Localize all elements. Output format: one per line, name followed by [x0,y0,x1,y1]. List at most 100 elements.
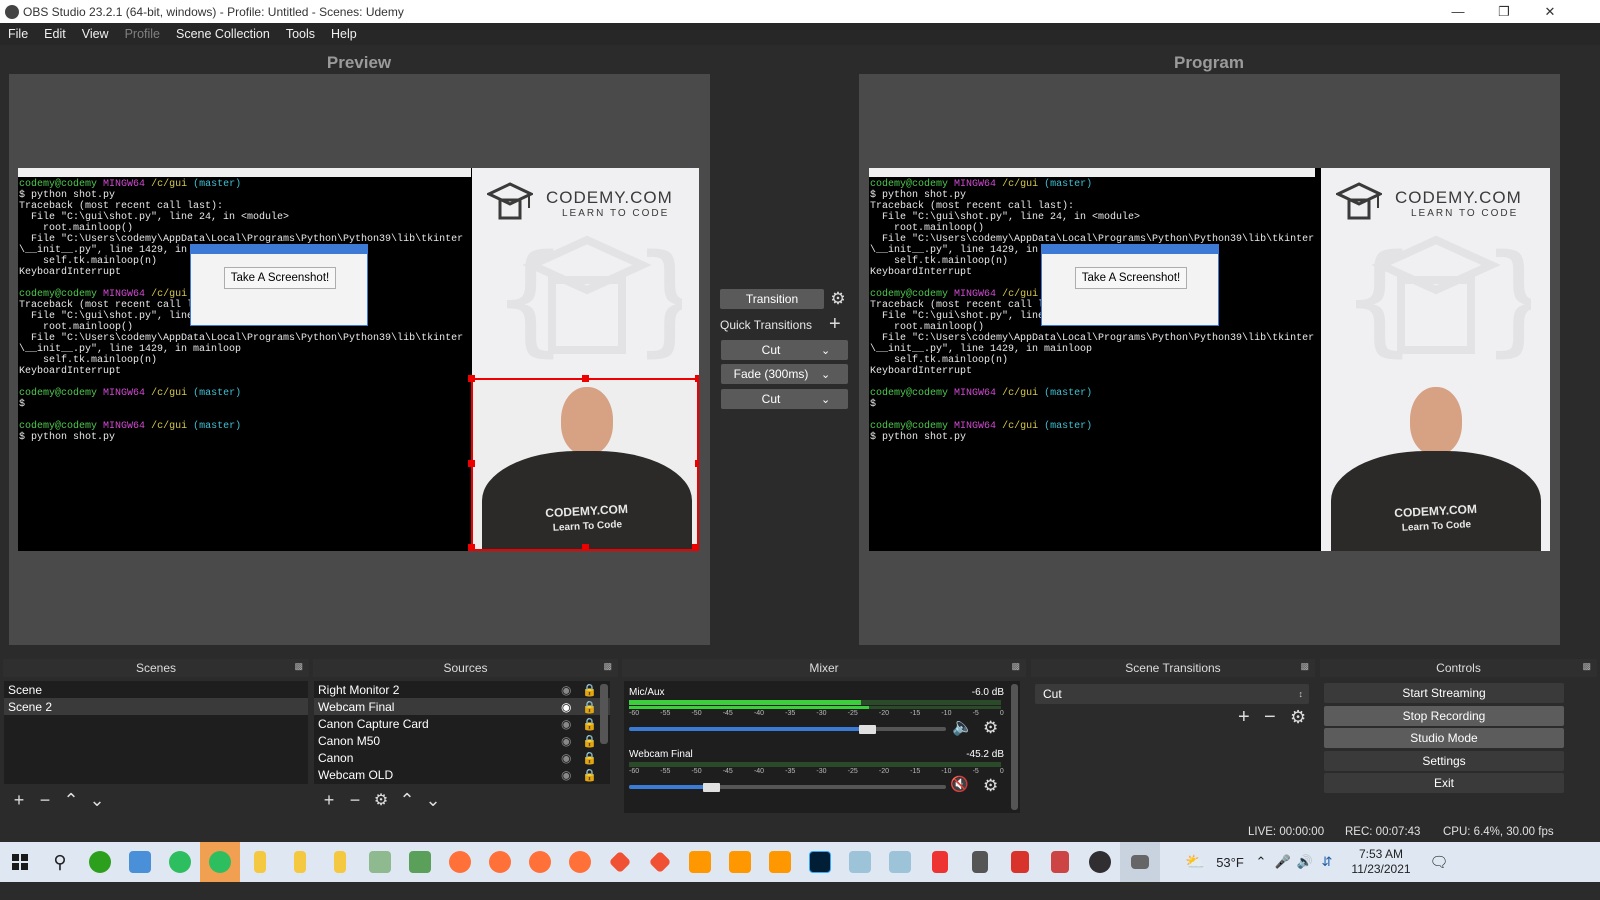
resize-handle-r[interactable] [695,460,699,467]
menu-tools[interactable]: Tools [278,27,323,41]
scene-item-selected[interactable]: Scene 2 [4,698,308,715]
source-item[interactable]: Canon Capture Card ◉ 🔒 [314,715,610,732]
source-item-selected[interactable]: Webcam Final ◉ 🔒 [314,698,610,715]
take-screenshot-button[interactable]: Take A Screenshot! [224,267,336,289]
firefox-icon[interactable] [440,842,480,882]
lock-icon[interactable]: 🔒 [582,751,597,765]
float-dock-icon[interactable]: ▩ [294,661,303,672]
volume-icon[interactable]: 🔊 [1294,842,1316,882]
stop-recording-button[interactable]: Stop Recording [1324,706,1564,726]
sublime-icon[interactable] [760,842,800,882]
folder-icon[interactable] [280,842,320,882]
transition-select[interactable]: Cut ↕ [1035,684,1309,704]
eye-hidden-icon[interactable]: ◉ [561,717,571,731]
studio-mode-button[interactable]: Studio Mode [1324,728,1564,748]
move-up-icon[interactable]: ⌃ [58,789,84,811]
source-item[interactable]: Right Monitor 2 ◉ 🔒 [314,681,610,698]
microphone-icon[interactable]: 🎤 [1272,842,1294,882]
eye-hidden-icon[interactable]: ◉ [561,683,571,697]
app-icon[interactable] [840,842,880,882]
scene-item[interactable]: Scene [4,681,308,698]
git-icon[interactable] [640,842,680,882]
quick-transition-2[interactable]: Fade (300ms) ⌄ [721,364,848,384]
source-properties-gear-icon[interactable]: ⚙ [368,789,394,811]
scenes-list[interactable]: Scene Scene 2 [4,681,308,784]
app-icon[interactable] [880,842,920,882]
settings-button[interactable]: Settings [1324,751,1564,771]
lock-icon[interactable]: 🔒 [582,700,597,714]
eye-visible-icon[interactable]: ◉ [561,700,571,714]
folder-icon[interactable] [320,842,360,882]
acrobat-icon[interactable] [1000,842,1040,882]
resize-handle-tl[interactable] [468,375,475,382]
add-scene-plus-icon[interactable]: + [6,789,32,811]
quickbooks-icon[interactable] [80,842,120,882]
move-up-icon[interactable]: ⌃ [394,789,420,811]
menu-view[interactable]: View [74,27,117,41]
menu-edit[interactable]: Edit [36,27,74,41]
eye-hidden-icon[interactable]: ◉ [561,734,571,748]
codemy-app-icon[interactable] [1120,842,1160,882]
float-dock-icon[interactable]: ▩ [1582,661,1591,672]
notifications-icon[interactable]: 🗨 [1424,842,1454,882]
mic-aux-volume-handle[interactable] [859,725,876,734]
mic-aux-settings-gear-icon[interactable]: ⚙ [983,718,998,738]
firefox-icon[interactable] [560,842,600,882]
menu-file[interactable]: File [0,27,36,41]
firefox-icon[interactable] [480,842,520,882]
pdf-icon[interactable] [920,842,960,882]
webcam-final-volume-handle[interactable] [703,783,720,792]
sublime-icon[interactable] [720,842,760,882]
app-icon[interactable] [120,842,160,882]
eye-hidden-icon[interactable]: ◉ [561,751,571,765]
add-quick-transition-plus-icon[interactable]: + [829,313,841,336]
resize-handle-br[interactable] [692,544,699,551]
preview-stage[interactable]: codemy@codemy MINGW64 /c/gui (master) $ p… [9,74,710,645]
eye-hidden-icon[interactable]: ◉ [561,768,571,782]
menu-help[interactable]: Help [323,27,365,41]
resize-handle-bl[interactable] [468,544,475,551]
float-dock-icon[interactable]: ▩ [603,661,612,672]
move-down-icon[interactable]: ⌄ [420,789,446,811]
notepad-plus-icon[interactable] [360,842,400,882]
transition-properties-gear-icon[interactable]: ⚙ [1290,707,1306,728]
source-item[interactable]: Canon ◉ 🔒 [314,749,610,766]
clock[interactable]: 7:53 AM 11/23/2021 [1338,842,1424,882]
remove-scene-minus-icon[interactable]: − [32,789,58,811]
document-icon[interactable] [1040,842,1080,882]
git-icon[interactable] [600,842,640,882]
obs-icon[interactable] [1080,842,1120,882]
start-streaming-button[interactable]: Start Streaming [1324,683,1564,703]
resize-handle-b[interactable] [582,544,589,551]
menu-profile[interactable]: Profile [117,27,168,41]
move-down-icon[interactable]: ⌄ [84,789,110,811]
float-dock-icon[interactable]: ▩ [1011,661,1020,672]
minimize-button[interactable]: — [1435,0,1481,23]
windows-start-icon[interactable] [0,842,40,882]
search-icon[interactable]: ⚲ [40,842,80,882]
add-transition-plus-icon[interactable]: + [1238,706,1250,729]
temperature[interactable]: 53°F [1210,842,1250,882]
selection-box[interactable] [471,378,699,551]
transition-button[interactable]: Transition [720,289,824,309]
muted-speaker-icon[interactable]: 🔇 [950,775,969,793]
photoshop-icon[interactable] [800,842,840,882]
resize-handle-tr[interactable] [695,375,699,382]
close-button[interactable]: ✕ [1527,0,1573,23]
source-item[interactable]: Webcam OLD ◉ 🔒 [314,766,610,783]
lock-icon[interactable]: 🔒 [582,768,597,782]
chevron-up-icon[interactable]: ⌃ [1250,842,1272,882]
menu-scene-collection[interactable]: Scene Collection [168,27,278,41]
evernote-icon[interactable] [160,842,200,882]
remove-transition-minus-icon[interactable]: − [1264,706,1276,729]
calculator-icon[interactable] [960,842,1000,882]
add-source-plus-icon[interactable]: + [316,789,342,811]
speaker-icon[interactable]: 🔈 [952,717,973,737]
remove-source-minus-icon[interactable]: − [342,789,368,811]
firefox-icon[interactable] [520,842,560,882]
evernote-active-icon[interactable] [200,842,240,882]
lock-icon[interactable]: 🔒 [582,717,597,731]
source-item[interactable]: Canon M50 ◉ 🔒 [314,732,610,749]
resize-handle-t[interactable] [582,375,589,382]
exit-button[interactable]: Exit [1324,773,1564,793]
